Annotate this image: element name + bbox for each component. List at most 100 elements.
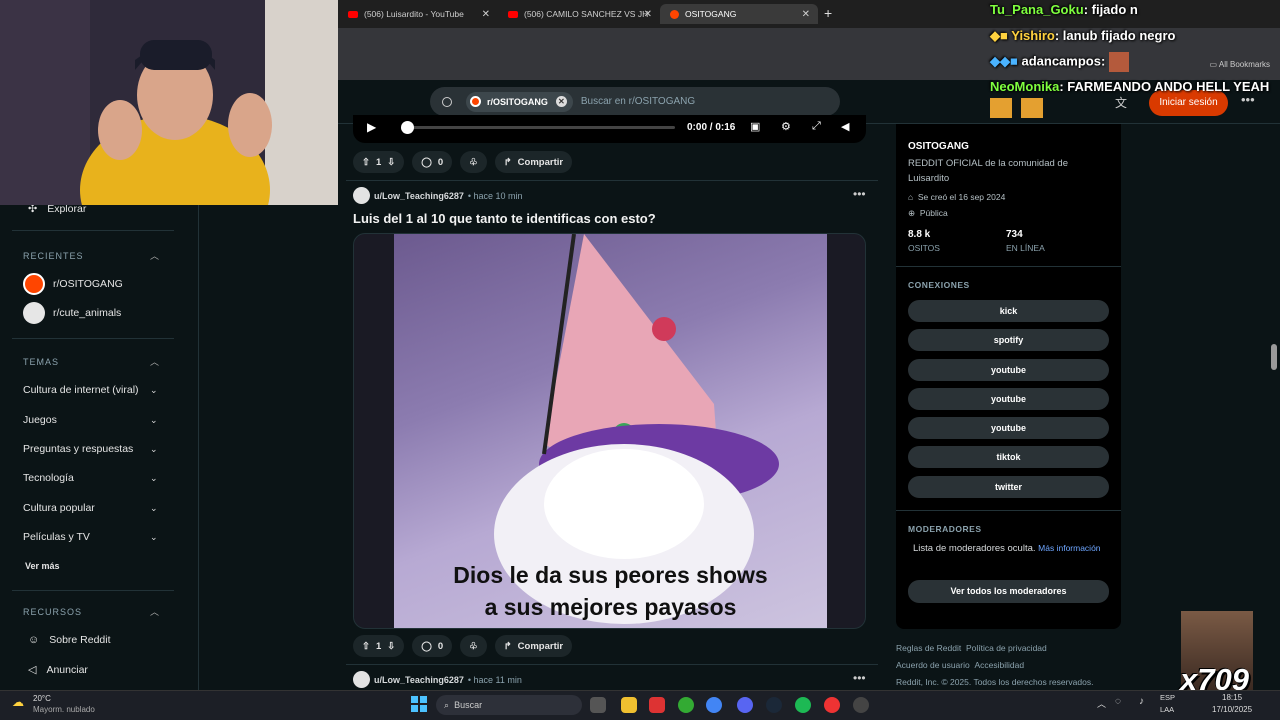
post-author[interactable]: u/Low_Teaching6287 xyxy=(374,675,464,685)
award-button[interactable]: ♧ xyxy=(460,635,487,657)
discord-icon[interactable] xyxy=(737,697,753,713)
play-icon[interactable]: ▶ xyxy=(367,120,376,134)
sidebar-item-label: Juegos xyxy=(23,414,57,426)
comments-button[interactable]: ◯ 0 xyxy=(412,151,453,173)
close-tab-icon[interactable]: ✕ xyxy=(482,9,490,20)
avatar[interactable] xyxy=(353,187,370,204)
connection-kick-button[interactable]: kick xyxy=(908,300,1109,322)
tab-ositogang[interactable]: OSITOGANG ✕ xyxy=(660,4,818,24)
app-icon[interactable] xyxy=(853,697,869,713)
tray-chevron-up-icon[interactable]: ︿ xyxy=(1097,697,1106,710)
new-tab-button[interactable]: + xyxy=(824,5,832,21)
close-tab-icon[interactable]: ✕ xyxy=(644,9,652,20)
chevron-up-icon[interactable]: ︿ xyxy=(150,355,159,368)
sidebar-item-advertise[interactable]: ◁ Anunciar xyxy=(28,663,88,677)
weather-temp[interactable]: 20°C xyxy=(33,694,51,703)
award-button[interactable]: ♧ xyxy=(460,151,487,173)
opera-icon[interactable] xyxy=(824,697,840,713)
search-input[interactable]: r/OSITOGANG ✕ Buscar en r/OSITOGANG xyxy=(430,87,840,116)
page-scrollbar[interactable] xyxy=(1271,344,1277,370)
chevron-down-icon: ⌄ xyxy=(150,384,158,395)
chevron-up-icon[interactable]: ︿ xyxy=(150,249,159,262)
steam-icon[interactable] xyxy=(766,697,782,713)
comments-button[interactable]: ◯ 0 xyxy=(412,635,453,657)
clock-time[interactable]: 18:15 xyxy=(1222,693,1242,702)
connection-spotify-button[interactable]: spotify xyxy=(908,329,1109,351)
sidebar-item-topic[interactable]: Cultura popular ⌄ xyxy=(23,502,158,514)
sidebar-item-about-reddit[interactable]: ☺ Sobre Reddit xyxy=(28,634,111,646)
chrome-icon[interactable] xyxy=(706,697,722,713)
windows-start-icon[interactable] xyxy=(411,696,427,712)
avatar[interactable] xyxy=(353,671,370,688)
sidebar-item-label: Anunciar xyxy=(46,663,88,676)
language-indicator[interactable]: ESP xyxy=(1160,693,1175,702)
fullscreen-icon[interactable]: ⤢ xyxy=(812,120,821,133)
post-title[interactable]: Luis del 1 al 10 que tanto te identifica… xyxy=(353,211,656,226)
app-icon[interactable] xyxy=(678,697,694,713)
connection-youtube-button[interactable]: youtube xyxy=(908,417,1109,439)
connection-youtube-button[interactable]: youtube xyxy=(908,388,1109,410)
sidebar-item-topic[interactable]: Películas y TV ⌄ xyxy=(23,531,158,543)
sidebar-item-ositogang[interactable]: r/OSITOGANG xyxy=(23,273,123,295)
upvote-icon[interactable]: ⇧ xyxy=(362,641,370,652)
sidebar-item-topic[interactable]: Tecnología ⌄ xyxy=(23,472,158,484)
chevron-up-icon[interactable]: ︿ xyxy=(150,605,159,618)
weather-icon[interactable]: ☁ xyxy=(12,695,24,709)
footer-link[interactable]: Accesibilidad xyxy=(974,660,1024,670)
post-time: hace 10 min xyxy=(473,190,523,201)
sidebar-item-label: Cultura de internet (viral) xyxy=(23,384,139,396)
post-more-icon[interactable]: ••• xyxy=(853,187,866,201)
spotify-icon[interactable] xyxy=(795,697,811,713)
share-button[interactable]: ↱ Compartir xyxy=(494,635,573,657)
clear-chip-icon[interactable]: ✕ xyxy=(555,96,567,107)
sidebar-item-label: Sobre Reddit xyxy=(49,634,111,646)
sidebar-item-topic[interactable]: Juegos ⌄ xyxy=(23,414,158,426)
captions-icon[interactable]: ▣ xyxy=(750,120,760,133)
footer-link[interactable]: Política de privacidad xyxy=(966,643,1047,653)
community-chip[interactable]: r/OSITOGANG ✕ xyxy=(466,91,573,112)
downvote-icon[interactable]: ⇩ xyxy=(387,641,395,652)
sidebar-item-cute-animals[interactable]: r/cute_animals xyxy=(23,302,121,324)
search-icon: ⌕ xyxy=(444,700,450,710)
tray-app-icon[interactable]: ◌ xyxy=(1115,696,1121,707)
post-meta: u/Low_Teaching6287 • hace 10 min xyxy=(353,187,523,204)
volume-icon[interactable]: ◀ xyxy=(841,120,849,133)
post-media[interactable]: Dios le da sus peores shows a sus mejore… xyxy=(353,233,866,629)
sidebar-item-label: Preguntas y respuestas xyxy=(23,443,134,455)
downvote-icon[interactable]: ⇩ xyxy=(387,157,395,168)
chat-username: Yishiro xyxy=(1011,28,1055,43)
footer-link[interactable]: Acuerdo de usuario xyxy=(896,660,970,670)
file-explorer-icon[interactable] xyxy=(621,697,637,713)
taskbar-search[interactable]: ⌕ Buscar xyxy=(436,695,582,715)
post-author[interactable]: u/Low_Teaching6287 xyxy=(374,191,464,201)
tab-youtube-camilo[interactable]: (506) CAMILO SANCHEZ VS JH ✕ xyxy=(498,4,660,24)
post-more-icon[interactable]: ••• xyxy=(853,671,866,685)
task-view-icon[interactable] xyxy=(590,697,606,713)
connection-youtube-button[interactable]: youtube xyxy=(908,359,1109,381)
online-label: EN LÍNEA xyxy=(1006,243,1045,253)
video-progress-track[interactable] xyxy=(403,126,675,129)
view-all-moderators-button[interactable]: Ver todos los moderadores xyxy=(908,580,1109,603)
app-icon[interactable] xyxy=(649,697,665,713)
divider xyxy=(12,590,174,591)
upvote-icon[interactable]: ⇧ xyxy=(362,157,370,168)
tab-youtube-luisardito[interactable]: (506) Luisardito - YouTube ✕ xyxy=(338,4,498,24)
close-tab-icon[interactable]: ✕ xyxy=(802,9,810,20)
emote-icon xyxy=(990,98,1012,118)
comment-count: 0 xyxy=(437,156,444,168)
share-button[interactable]: ↱ Compartir xyxy=(494,151,573,173)
sidebar-item-label: Tecnología xyxy=(23,472,74,484)
settings-icon[interactable]: ⚙ xyxy=(781,120,791,133)
chevron-down-icon: ⌄ xyxy=(150,443,158,454)
divider xyxy=(346,180,878,181)
video-scrubber-handle[interactable] xyxy=(401,121,414,134)
connection-twitter-button[interactable]: twitter xyxy=(908,476,1109,498)
connection-tiktok-button[interactable]: tiktok xyxy=(908,446,1109,468)
microphone-icon[interactable]: ♪ xyxy=(1139,696,1144,707)
see-more-link[interactable]: Ver más xyxy=(25,561,60,571)
more-info-link[interactable]: Más información xyxy=(1038,543,1100,553)
footer-link[interactable]: Reglas de Reddit xyxy=(896,643,961,653)
sidebar-item-topic[interactable]: Cultura de internet (viral) ⌄ xyxy=(23,384,158,396)
sidebar-item-topic[interactable]: Preguntas y respuestas ⌄ xyxy=(23,443,158,455)
community-description: REDDIT OFICIAL de la comunidad de Luisar… xyxy=(908,158,1068,184)
